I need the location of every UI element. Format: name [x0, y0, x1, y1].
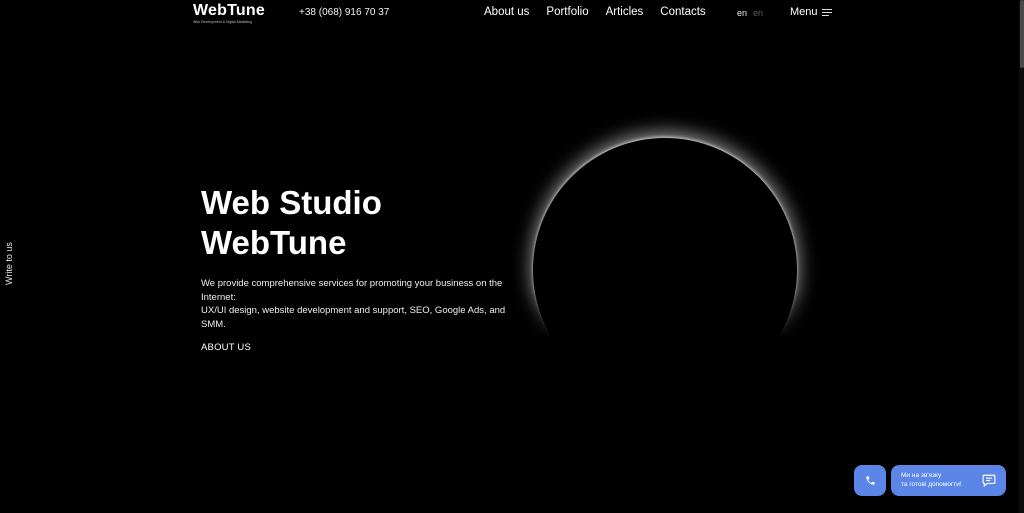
chat-bubble-icon: [982, 474, 996, 487]
hero-title-line2: WebTune: [201, 224, 347, 261]
chat-text: Ми на зв'язку та готові допомогти!: [901, 472, 962, 489]
phone-link[interactable]: +38 (068) 916 70 37: [299, 7, 389, 18]
page: WebTune Web Development & Digital Market…: [0, 0, 1024, 513]
about-us-link[interactable]: ABOUT US: [201, 342, 251, 353]
main-nav: About us Portfolio Articles Contacts: [484, 6, 706, 18]
lang-other[interactable]: en: [753, 8, 763, 18]
logo[interactable]: WebTune Web Development & Digital Market…: [193, 2, 265, 25]
lang-current[interactable]: en: [737, 8, 747, 18]
hamburger-icon: [821, 8, 832, 16]
nav-contacts[interactable]: Contacts: [660, 6, 705, 18]
write-to-us-link[interactable]: Write to us: [4, 242, 14, 285]
logo-tagline: Web Development & Digital Marketing: [193, 20, 253, 24]
chat-widget[interactable]: Ми на зв'язку та готові допомогти!: [891, 465, 1006, 496]
chat-line2: та готові допомогти!: [901, 480, 962, 488]
menu-label: Menu: [790, 6, 818, 18]
menu-button[interactable]: Menu: [790, 6, 832, 18]
hero-desc-line1: We provide comprehensive services for pr…: [201, 278, 503, 303]
language-switcher: en en: [737, 8, 763, 18]
chat-line1: Ми на зв'язку: [901, 472, 942, 479]
hero-desc-line2: UX/UI design, website development and su…: [201, 305, 506, 330]
glow-circle-fade: [500, 290, 840, 450]
hero-title-line1: Web Studio: [201, 184, 382, 221]
hero-description: We provide comprehensive services for pr…: [201, 277, 511, 331]
nav-about-us[interactable]: About us: [484, 6, 529, 18]
scrollbar[interactable]: [1019, 0, 1024, 513]
nav-portfolio[interactable]: Portfolio: [546, 6, 588, 18]
nav-articles[interactable]: Articles: [606, 6, 644, 18]
logo-name: WebTune: [193, 2, 265, 19]
scrollbar-thumb[interactable]: [1020, 0, 1024, 68]
hero-title: Web Studio WebTune: [201, 183, 382, 263]
phone-icon: [865, 476, 875, 485]
call-button[interactable]: [854, 465, 886, 496]
